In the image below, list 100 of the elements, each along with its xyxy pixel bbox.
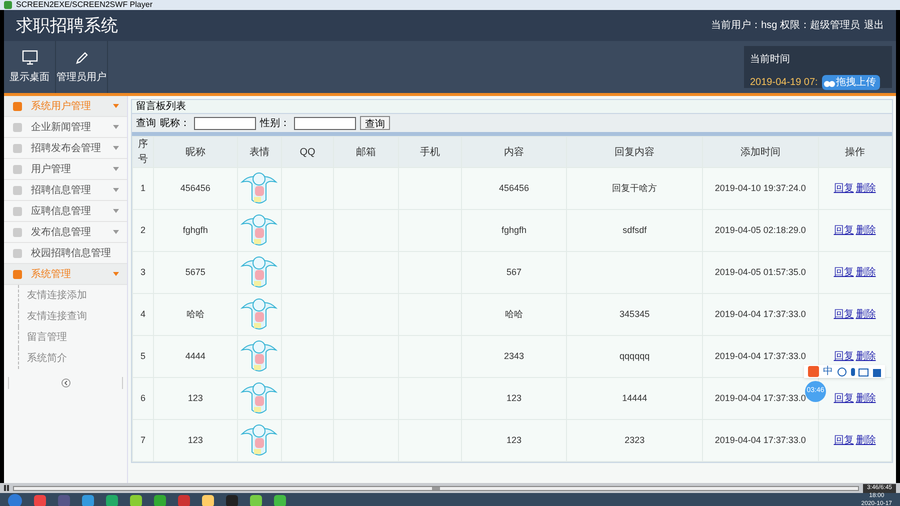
- app-icon: [34, 494, 46, 506]
- sidebar-item[interactable]: 用户管理: [4, 159, 127, 180]
- time-value: 2019-04-19 07:: [750, 76, 818, 90]
- table-cell: 345345: [620, 308, 650, 319]
- table-cell: fghgfh: [502, 224, 527, 235]
- start-icon: [8, 494, 22, 506]
- menu-icon: [12, 268, 23, 280]
- table-cell: 4444: [185, 350, 206, 361]
- reply-link[interactable]: 回复: [834, 393, 854, 404]
- caret-icon: [113, 230, 119, 234]
- ime-tools-icon: [837, 366, 881, 376]
- input-field[interactable]: [194, 116, 256, 130]
- app-icon: [82, 494, 94, 506]
- table-cell: 回复干啥方: [612, 182, 658, 193]
- delete-link[interactable]: 删除: [856, 309, 876, 320]
- reply-link[interactable]: 回复: [834, 351, 854, 362]
- column-header: 操作: [818, 136, 892, 168]
- menu-icon: [12, 248, 23, 258]
- delete-link[interactable]: 删除: [856, 435, 876, 446]
- app-icon: [130, 494, 142, 506]
- table-cell: 2019-04-05 02:18:29.0: [714, 224, 806, 235]
- table-cell: 2019-04-05 01:57:35.0: [714, 266, 806, 277]
- table-cell: qqqqqq: [620, 350, 650, 361]
- logout-link[interactable]: 退出: [864, 18, 884, 33]
- caret-icon: [113, 272, 119, 276]
- table-cell: sdfsdf: [622, 224, 647, 235]
- sidebar-item[interactable]: 发布信息管理: [4, 222, 127, 243]
- app-icon: [274, 494, 286, 506]
- ime-mode[interactable]: 中: [823, 364, 833, 379]
- table-cell: 123: [506, 434, 522, 445]
- delete-link[interactable]: 删除: [856, 183, 876, 194]
- field-label: 性别：: [260, 116, 290, 130]
- sidebar-item[interactable]: 企业新闻管理: [4, 117, 127, 138]
- search-label: 查询: [136, 116, 156, 130]
- caret-icon: [113, 188, 119, 192]
- reply-link[interactable]: 回复: [834, 183, 854, 194]
- monitor-icon: [22, 50, 38, 66]
- caret-icon: [113, 104, 119, 108]
- row-number: 7: [140, 434, 146, 445]
- table-cell: 2019-04-10 19:37:24.0: [714, 182, 806, 193]
- delete-link[interactable]: 删除: [856, 267, 876, 278]
- table-cell: 2323: [624, 434, 645, 445]
- table-cell: 123: [188, 434, 203, 445]
- window-title: SCREEN2EXE/SCREEN2SWF Player: [16, 1, 152, 9]
- time-label: 当前时间: [750, 52, 791, 67]
- delete-link[interactable]: 删除: [856, 393, 876, 404]
- user-info: 当前用户：hsg 权限：超级管理员: [711, 18, 860, 33]
- sidebar-item[interactable]: 招聘信息管理: [4, 180, 127, 201]
- table-cell: 2019-04-04 17:37:33.0: [714, 392, 806, 403]
- app-icon: [4, 1, 12, 9]
- column-header: 添加时间: [702, 136, 818, 168]
- reply-link[interactable]: 回复: [834, 267, 854, 278]
- app-title: 求职招聘系统: [16, 14, 118, 37]
- reply-link[interactable]: 回复: [834, 225, 854, 236]
- field-label: 昵称：: [160, 116, 190, 130]
- column-header: 昵称: [153, 136, 238, 168]
- row-number: 3: [140, 266, 146, 277]
- row-number: 5: [140, 350, 146, 361]
- app-icon: [154, 494, 166, 506]
- row-number: 2: [140, 224, 146, 235]
- table-cell: 5675: [185, 266, 206, 277]
- app-icon: [226, 494, 238, 506]
- panel-title: 留言板列表: [132, 100, 892, 114]
- delete-link[interactable]: 删除: [856, 351, 876, 362]
- table-cell: 123: [506, 392, 522, 403]
- row-number: 4: [140, 308, 146, 319]
- column-header: 手机: [398, 136, 462, 168]
- column-header: 内容: [462, 136, 566, 168]
- pause-icon: [4, 485, 9, 491]
- caret-icon: [113, 125, 119, 129]
- sidebar-item[interactable]: 招聘发布会管理: [4, 138, 127, 159]
- column-header: 序号: [132, 136, 154, 168]
- app-icon: [58, 494, 70, 506]
- search-button[interactable]: 查询: [360, 116, 390, 130]
- row-number: 6: [140, 392, 146, 403]
- table-cell: 14444: [622, 392, 648, 403]
- seek-bar[interactable]: [13, 486, 859, 490]
- table-cell: 456456: [499, 182, 530, 193]
- column-header: 表情: [237, 136, 282, 168]
- sidebar-item[interactable]: 应聘信息管理: [4, 201, 127, 222]
- caret-icon: [113, 146, 119, 150]
- app-icon: [202, 494, 214, 506]
- pencil-icon: [74, 50, 90, 66]
- ime-logo-icon: [808, 366, 819, 377]
- input-field[interactable]: [294, 116, 356, 130]
- reply-link[interactable]: 回复: [834, 435, 854, 446]
- table-cell: fghgfh: [182, 224, 208, 235]
- column-header: 回复内容: [566, 136, 703, 168]
- app-icon: [178, 494, 190, 506]
- delete-link[interactable]: 删除: [856, 225, 876, 236]
- reply-link[interactable]: 回复: [834, 309, 854, 320]
- seek-thumb[interactable]: [432, 486, 440, 490]
- table-cell: 哈哈: [186, 308, 204, 319]
- table-cell: 456456: [180, 182, 210, 193]
- table-cell: 2019-04-04 17:37:33.0: [714, 308, 806, 319]
- caret-icon: [113, 167, 119, 171]
- app-icon: [250, 494, 262, 506]
- menu-icon: [12, 100, 23, 112]
- menu-icon: [12, 206, 23, 216]
- menu-icon: [12, 226, 23, 238]
